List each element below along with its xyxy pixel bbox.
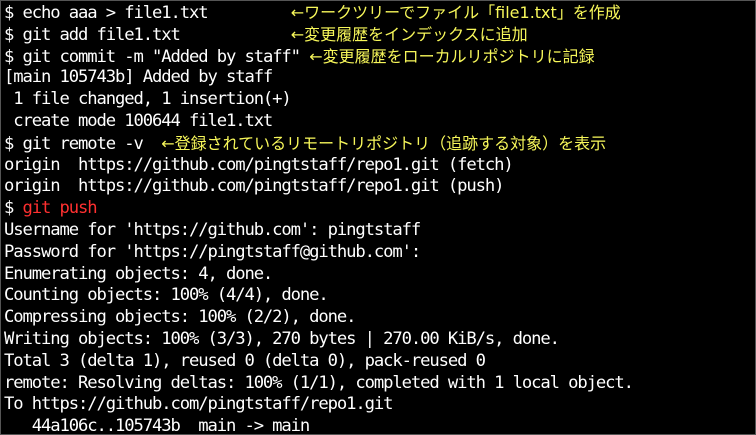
command-text: git remote -v xyxy=(22,133,144,154)
prompt: $ xyxy=(4,3,23,23)
command-line: $ echo aaa > file1.txt ←ワークツリーでファイル「file… xyxy=(4,2,755,24)
output-line: Compressing objects: 100% (2/2), done. xyxy=(4,307,357,328)
output-line: Counting objects: 100% (4/4), done. xyxy=(4,285,329,306)
command-line: $ git add file1.txt ←変更履歴をインデックスに追加 xyxy=(4,24,755,46)
terminal-window[interactable]: $ echo aaa > file1.txt ←ワークツリーでファイル「file… xyxy=(0,0,756,435)
command-text: echo aaa > file1.txt xyxy=(22,3,209,23)
output-line: 44a106c..105743b main -> main xyxy=(4,416,311,435)
output-line: Username for 'https://github.com': pingt… xyxy=(4,219,421,240)
annotation-note: ←ワークツリーでファイル「file1.txt」を作成 xyxy=(290,3,621,22)
command-text: git commit -m "Added by staff" xyxy=(22,46,302,67)
prompt: $ xyxy=(4,133,23,154)
command-text: git add file1.txt xyxy=(22,24,181,45)
output-line: 1 file changed, 1 insertion(+) xyxy=(4,89,292,110)
output-line: Total 3 (delta 1), reused 0 (delta 0), p… xyxy=(4,350,486,371)
output-line: create mode 100644 file1.txt xyxy=(4,110,273,131)
output-line: Enumerating objects: 4, done. xyxy=(4,263,273,284)
output-line: Password for 'https://pingtstaff@github.… xyxy=(4,241,421,262)
output-line: origin https://github.com/pingtstaff/rep… xyxy=(4,154,514,175)
prompt: $ xyxy=(4,46,23,67)
annotation-note: ←変更履歴をローカルリポジトリに記録 xyxy=(309,46,595,66)
command-line: $ git remote -v ←登録されているリモートリポジトリ（追跡する対象… xyxy=(4,133,755,155)
output-line: Writing objects: 100% (3/3), 270 bytes |… xyxy=(4,328,560,349)
command-text-highlighted: git push xyxy=(22,198,98,219)
command-line: $ git push xyxy=(4,198,755,220)
prompt: $ xyxy=(4,198,23,219)
output-line: origin https://github.com/pingtstaff/rep… xyxy=(4,176,504,197)
annotation-note: ←登録されているリモートリポジトリ（追跡する対象）を表示 xyxy=(161,133,607,153)
annotation-note: ←変更履歴をインデックスに追加 xyxy=(290,24,528,44)
output-line: To https://github.com/pingtstaff/repo1.g… xyxy=(4,394,394,415)
output-line: remote: Resolving deltas: 100% (1/1), co… xyxy=(4,372,634,393)
output-line: [main 105743b] Added by staff xyxy=(4,67,273,88)
prompt: $ xyxy=(4,24,23,45)
command-line: $ git commit -m "Added by staff" ←変更履歴をロ… xyxy=(4,46,755,68)
